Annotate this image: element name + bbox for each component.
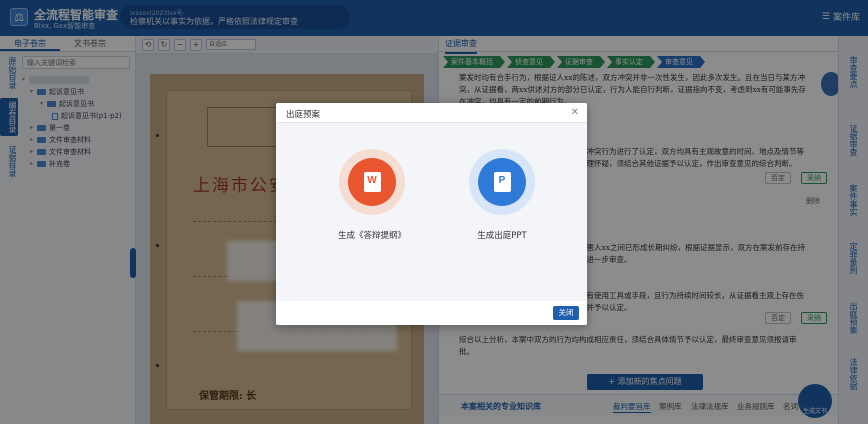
generate-ppt-option[interactable]: P 生成出庭PPT	[442, 149, 562, 241]
ppt-icon: P	[469, 149, 535, 215]
option-label: 生成《答辩提纲》	[337, 231, 406, 241]
modal-title: 出庭预案	[286, 110, 321, 120]
generate-defense-outline-option[interactable]: W 生成《答辩提纲》	[312, 149, 432, 241]
word-icon: W	[339, 149, 405, 215]
close-icon[interactable]: ✕	[571, 107, 579, 118]
modal-close-button[interactable]: 关闭	[553, 306, 579, 320]
option-label: 生成出庭PPT	[477, 231, 527, 241]
court-plan-modal: 出庭预案 ✕ W 生成《答辩提纲》 P 生成出庭PPT 关闭	[276, 103, 587, 325]
modal-body: W 生成《答辩提纲》 P 生成出庭PPT	[276, 123, 587, 301]
modal-header: 出庭预案 ✕	[276, 103, 587, 123]
